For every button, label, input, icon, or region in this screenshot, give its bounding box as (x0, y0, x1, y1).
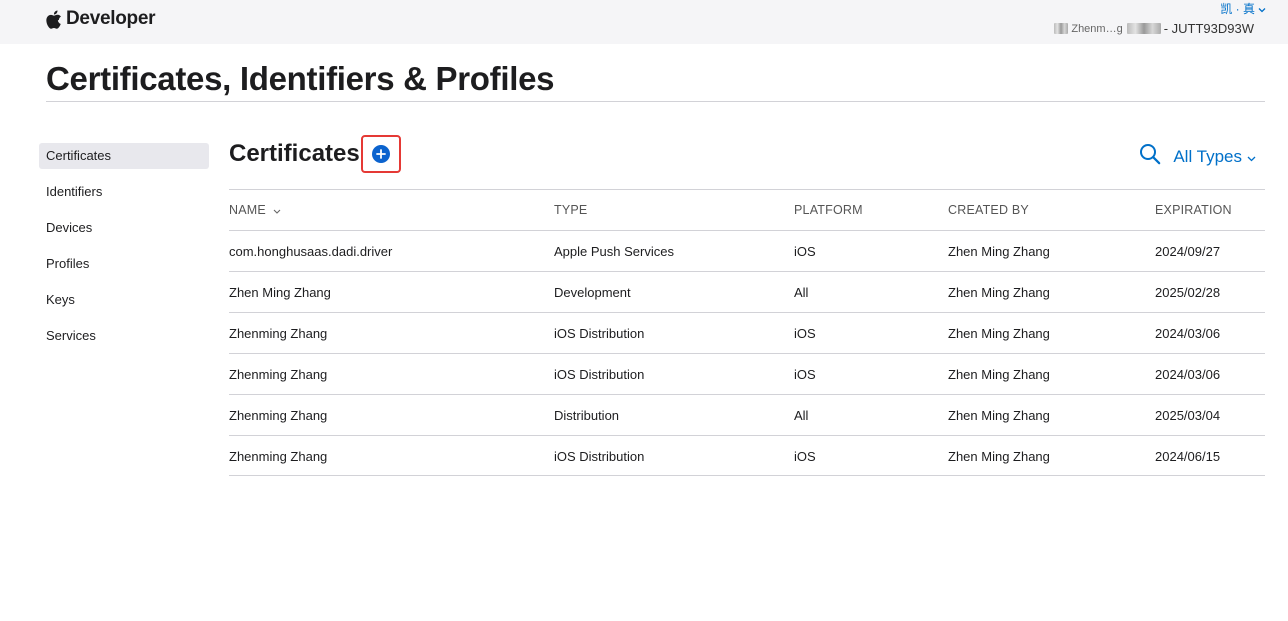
column-header-platform: PLATFORM (794, 203, 863, 217)
table-header: NAME TYPE PLATFORM CREATED BY EXPIRATION (229, 189, 1265, 230)
sidebar-item-identifiers[interactable]: Identifiers (39, 179, 209, 205)
table-row[interactable]: Zhenming Zhang Distribution All Zhen Min… (229, 394, 1265, 435)
cell-expiration: 2024/09/27 (1155, 244, 1221, 259)
cell-created-by: Zhen Ming Zhang (948, 408, 1050, 423)
sidebar-item-keys[interactable]: Keys (39, 287, 209, 313)
filter-controls: All Types (1139, 143, 1256, 170)
chevron-down-icon (1258, 2, 1266, 16)
sort-chevron-icon (273, 190, 281, 231)
cell-name: Zhenming Zhang (229, 408, 328, 423)
sidebar-item-devices[interactable]: Devices (39, 215, 209, 241)
cell-created-by: Zhen Ming Zhang (948, 367, 1050, 382)
team-info: Zhenm…g - JUTT93D93W (1054, 21, 1254, 36)
sidebar-item-profiles[interactable]: Profiles (39, 251, 209, 277)
cell-name: Zhenming Zhang (229, 326, 328, 341)
cell-expiration: 2024/03/06 (1155, 326, 1221, 341)
account-menu-label: 凯 · 真 (1220, 2, 1255, 16)
cell-expiration: 2024/03/06 (1155, 367, 1221, 382)
developer-home-link[interactable]: Developer (46, 8, 155, 30)
title-divider (46, 101, 1265, 102)
redacted-text (1054, 23, 1069, 34)
account-menu[interactable]: 凯 · 真 (1220, 0, 1266, 17)
sidebar-nav: Certificates Identifiers Devices Profile… (39, 143, 209, 359)
plus-circle-icon (372, 145, 390, 163)
column-header-name[interactable]: NAME (229, 190, 281, 231)
cell-platform: All (794, 285, 809, 300)
cell-type: iOS Distribution (554, 367, 645, 382)
cell-name: Zhenming Zhang (229, 367, 328, 382)
brand-name: Developer (66, 8, 156, 29)
cell-platform: iOS (794, 449, 816, 464)
team-id: - JUTT93D93W (1163, 21, 1254, 36)
cell-type: iOS Distribution (554, 326, 645, 341)
search-icon[interactable] (1139, 143, 1161, 170)
cell-expiration: 2025/02/28 (1155, 285, 1221, 300)
cell-expiration: 2024/06/15 (1155, 449, 1221, 464)
cell-name: com.honghusaas.dadi.driver (229, 244, 393, 259)
cell-platform: All (794, 408, 809, 423)
cell-name: Zhenming Zhang (229, 449, 328, 464)
apple-logo-icon (46, 10, 62, 29)
redacted-text (1126, 23, 1161, 34)
cell-type: iOS Distribution (554, 449, 645, 464)
sidebar-item-services[interactable]: Services (39, 323, 209, 349)
column-header-label: NAME (229, 203, 266, 217)
cell-type: Distribution (554, 408, 620, 423)
global-header: Developer 凯 · 真 Zhenm…g - JUTT93D93W (0, 0, 1288, 44)
page-title: Certificates, Identifiers & Profiles (46, 60, 555, 97)
table-row[interactable]: com.honghusaas.dadi.driver Apple Push Se… (229, 230, 1265, 271)
cell-created-by: Zhen Ming Zhang (948, 244, 1050, 259)
cell-type: Development (554, 285, 631, 300)
column-header-type: TYPE (554, 203, 588, 217)
cell-created-by: Zhen Ming Zhang (948, 449, 1050, 464)
sidebar-item-certificates[interactable]: Certificates (39, 143, 209, 169)
cell-name: Zhen Ming Zhang (229, 285, 331, 300)
cell-expiration: 2025/03/04 (1155, 408, 1221, 423)
table-row[interactable]: Zhenming Zhang iOS Distribution iOS Zhen… (229, 435, 1265, 476)
type-filter-dropdown[interactable]: All Types (1173, 147, 1256, 167)
account-name: Zhenm…g (1071, 22, 1123, 35)
column-header-expiration: EXPIRATION (1155, 203, 1232, 217)
cell-platform: iOS (794, 367, 816, 382)
cell-created-by: Zhen Ming Zhang (948, 326, 1050, 341)
certificates-table: NAME TYPE PLATFORM CREATED BY EXPIRATION… (229, 189, 1265, 476)
add-certificate-button[interactable] (361, 135, 401, 173)
section-title: Certificates (229, 140, 360, 167)
cell-platform: iOS (794, 326, 816, 341)
table-row[interactable]: Zhenming Zhang iOS Distribution iOS Zhen… (229, 353, 1265, 394)
cell-type: Apple Push Services (554, 244, 674, 259)
cell-created-by: Zhen Ming Zhang (948, 285, 1050, 300)
column-header-created-by: CREATED BY (948, 203, 1029, 217)
cell-platform: iOS (794, 244, 816, 259)
table-row[interactable]: Zhenming Zhang iOS Distribution iOS Zhen… (229, 312, 1265, 353)
table-row[interactable]: Zhen Ming Zhang Development All Zhen Min… (229, 271, 1265, 312)
chevron-down-icon (1247, 147, 1256, 167)
type-filter-label: All Types (1173, 146, 1242, 166)
